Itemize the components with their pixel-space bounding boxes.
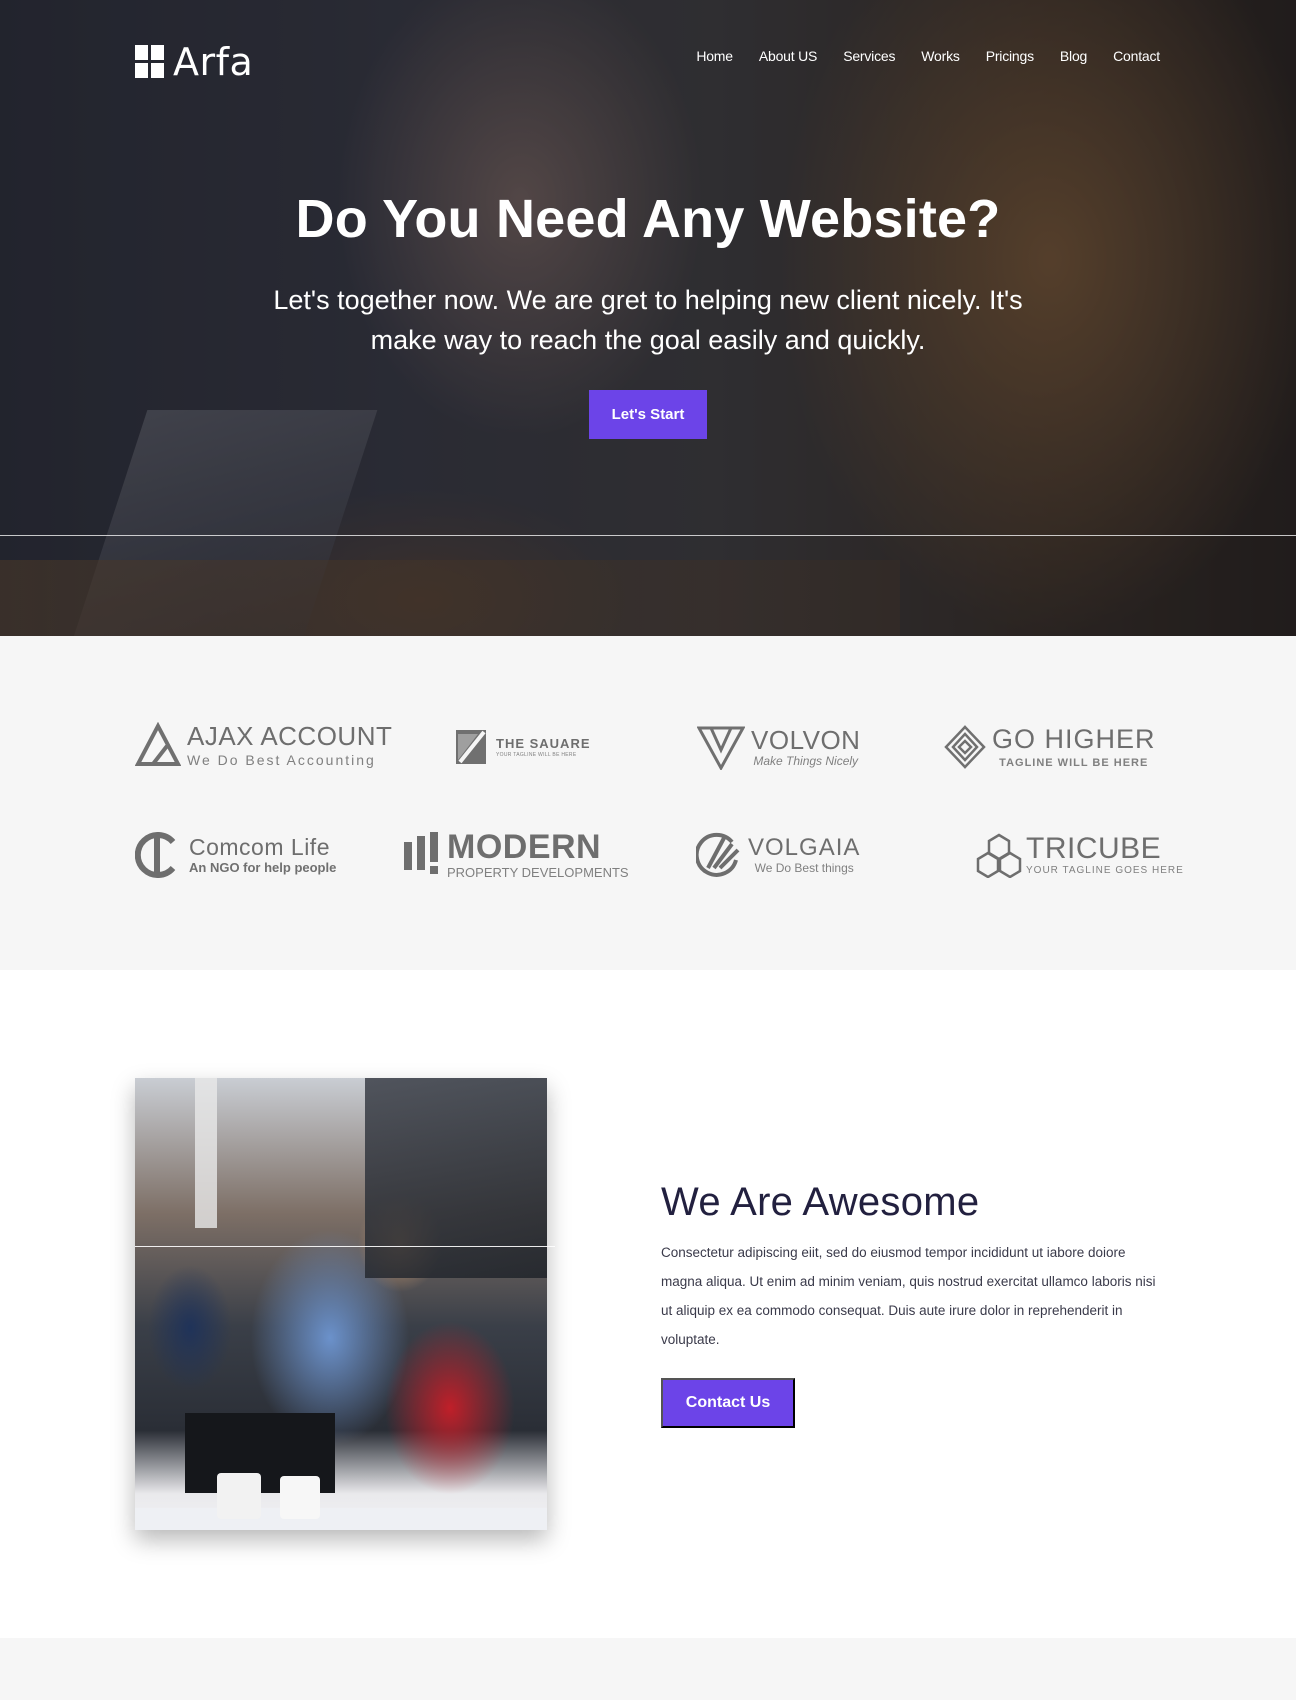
client-tagline: An NGO for help people — [189, 860, 337, 875]
client-logo-ajax-account[interactable]: AJAX ACCOUNT We Do Best Accounting — [135, 722, 392, 768]
client-name: AJAX ACCOUNT — [187, 721, 393, 751]
about-title: We Are Awesome — [661, 1180, 980, 1224]
ajax-triangle-icon — [135, 722, 181, 766]
client-logo-volvon[interactable]: VOLVON Make Things Nicely — [697, 724, 860, 770]
go-higher-diamond-icon — [944, 725, 986, 769]
main-nav: Home About US Services Works Pricings Bl… — [696, 48, 1160, 64]
tricube-hex-icon — [976, 833, 1022, 878]
client-tagline: PROPERTY DEVELOPMENTS — [447, 865, 629, 880]
about-text: Consectetur adipiscing eiit, sed do eius… — [661, 1245, 1156, 1347]
client-logo-volgaia[interactable]: VOLGAIA We Do Best things — [696, 832, 860, 878]
photo-window-decoration — [365, 1078, 547, 1278]
nav-item-services[interactable]: Services — [843, 48, 895, 64]
contact-us-button[interactable]: Contact Us — [661, 1378, 795, 1428]
photo-mug-decoration — [280, 1476, 320, 1519]
brand-logo[interactable]: Arfa — [135, 40, 253, 84]
volvon-v-icon — [697, 726, 745, 770]
photo-mug-decoration — [217, 1473, 261, 1519]
lets-start-button[interactable]: Let's Start — [589, 390, 707, 439]
hero-divider-line — [0, 535, 1296, 536]
next-section-band — [0, 1638, 1296, 1700]
sauare-square-icon — [456, 730, 486, 764]
about-section: We Are Awesome Consectetur adipiscing ei… — [0, 970, 1296, 1638]
team-photo — [135, 1078, 547, 1530]
nav-item-blog[interactable]: Blog — [1060, 48, 1087, 64]
client-tagline: We Do Best things — [754, 861, 854, 875]
hero-section: Arfa Home About US Services Works Pricin… — [0, 0, 1296, 636]
client-name: MODERN — [447, 828, 602, 866]
clients-section: AJAX ACCOUNT We Do Best Accounting THE S… — [0, 636, 1296, 970]
client-name: TRICUBE — [1026, 832, 1162, 865]
client-name: GO HIGHER — [992, 723, 1156, 754]
client-name: THE SAUARE — [496, 735, 591, 751]
client-name: Comcom Life — [189, 834, 330, 860]
client-name: VOLGAIA — [748, 834, 861, 861]
client-tagline: YOUR TAGLINE GOES HERE — [1026, 865, 1184, 876]
client-tagline: TAGLINE WILL BE HERE — [999, 756, 1149, 769]
photo-divider-line — [135, 1246, 555, 1247]
photo-desk-decoration — [135, 1508, 547, 1530]
client-name: VOLVON — [751, 725, 861, 755]
nav-item-works[interactable]: Works — [921, 48, 960, 64]
volgaia-leaf-icon — [696, 832, 740, 877]
client-logo-comcom-life[interactable]: Comcom Life An NGO for help people — [135, 832, 336, 878]
hero-title: Do You Need Any Website? — [295, 189, 1001, 249]
client-tagline: We Do Best Accounting — [187, 752, 376, 768]
nav-item-about-us[interactable]: About US — [759, 48, 818, 64]
client-logo-tricube[interactable]: TRICUBE YOUR TAGLINE GOES HERE — [976, 832, 1184, 878]
nav-item-home[interactable]: Home — [696, 48, 733, 64]
client-tagline: Make Things Nicely — [753, 754, 859, 768]
brand-name: Arfa — [173, 40, 254, 84]
client-logo-modern[interactable]: MODERN PROPERTY DEVELOPMENTS — [403, 830, 629, 879]
client-tagline: YOUR TAGLINE WILL BE HERE — [496, 751, 577, 758]
nav-item-pricings[interactable]: Pricings — [986, 48, 1034, 64]
modern-bars-icon — [404, 831, 438, 874]
photo-pillar-decoration — [195, 1078, 217, 1228]
client-logo-go-higher[interactable]: GO HIGHER TAGLINE WILL BE HERE — [944, 724, 1156, 770]
nav-item-contact[interactable]: Contact — [1113, 48, 1160, 64]
logo-grid-icon — [135, 45, 165, 79]
comcom-c-icon — [135, 832, 176, 878]
hero-subtitle: Let's together now. We are gret to helpi… — [273, 285, 1023, 355]
client-logo-the-sauare[interactable]: THE SAUARE YOUR TAGLINE WILL BE HERE — [454, 726, 591, 768]
